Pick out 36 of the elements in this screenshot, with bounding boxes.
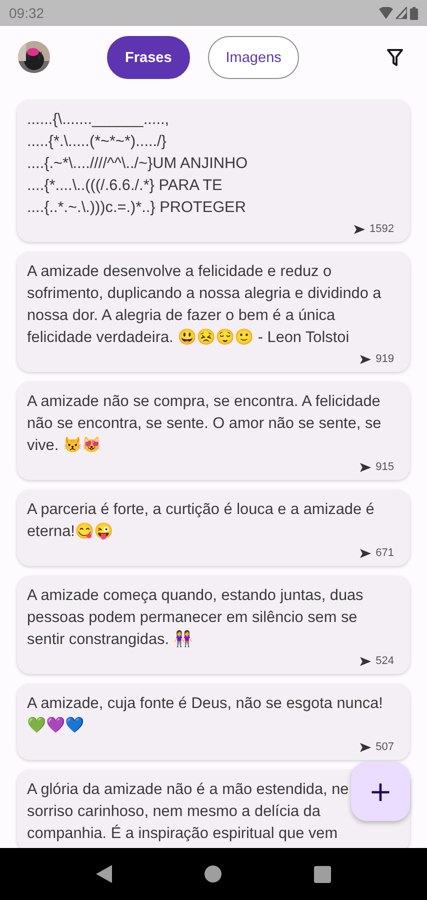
send-icon xyxy=(360,354,371,364)
filter-icon[interactable] xyxy=(387,48,403,66)
send-icon xyxy=(354,224,365,234)
back-icon[interactable] xyxy=(96,865,112,883)
tab[interactable]: Frases xyxy=(107,36,190,79)
quote-text: A parceria é forte, a curtição é louca e a amizade é eterna!😋😜 xyxy=(27,500,376,542)
send-icon xyxy=(360,548,371,558)
quote-card[interactable]: ......{\.......______....., .....{*.\.....(*~*~*)...../} ....{.~*\....////^^\../~}UM ANJINHO ....{*....\..(((/.6.6./.*} PARA TE ....{..*.~.\.)))c.=.)*..} PROTEGER 1592 xyxy=(17,100,410,242)
send-icon xyxy=(360,656,371,666)
share-count: 524 xyxy=(376,655,394,667)
quote-card[interactable]: A amizade, cuja fonte é Deus, não se esgota nunca! 💚💜💙 507 xyxy=(17,684,410,760)
quote-text: A amizade, cuja fonte é Deus, não se esgota nunca! 💚💜💙 xyxy=(27,694,384,736)
quote-card[interactable]: A amizade não se compra, se encontra. A felicidade não se encontra, se sente. O amor não se sente, se vive. 😾😻 915 xyxy=(17,382,410,480)
wifi-icon xyxy=(379,7,393,19)
tab[interactable]: Imagens xyxy=(208,36,300,79)
quote-text: A amizade começa quando, estando juntas, duas pessoas podem permanecer em silêncio sem se sentir constrangidas. 👭 xyxy=(27,586,364,650)
quote-text: ......{\.......______....., .....{*.\.....(*~*~*)...../} ....{.~*\....////^^\../~}UM ANJINHO ....{*....\..(((/.6.6./.*} PARA TE ....{..*.~.\.)))c.=.)*..} PROTEGER xyxy=(27,110,249,218)
signal-icon xyxy=(396,7,407,19)
share-count: 919 xyxy=(376,353,394,365)
share-count: 1592 xyxy=(370,223,394,235)
add-button[interactable]: + xyxy=(351,762,410,821)
battery-icon xyxy=(410,6,418,20)
share-count: 671 xyxy=(376,547,394,559)
send-icon xyxy=(360,742,371,752)
quote-card[interactable]: A amizade desenvolve a felicidade e reduz o sofrimento, duplicando a nossa alegria e dividindo a nossa dor. A alegria de fazer o bem é a única felicidade verdadeira. 😃😣😌🙂 - Leon Tolstoi 919 xyxy=(17,252,410,372)
quote-card[interactable]: A amizade começa quando, estando juntas, duas pessoas podem permanecer em silêncio sem se sentir constrangidas. 👭 524 xyxy=(17,576,410,674)
share-count: 915 xyxy=(376,461,394,473)
quote-text: A amizade desenvolve a felicidade e reduz o sofrimento, duplicando a nossa alegria e dividindo a nossa dor. A alegria de fazer o bem é a única felicidade verdadeira. 😃😣😌🙂 - Leon Tolstoi xyxy=(27,262,382,348)
status-time: 09:32 xyxy=(9,5,44,21)
send-icon xyxy=(360,462,371,472)
quote-card[interactable]: A parceria é forte, a curtição é louca e a amizade é eterna!😋😜 671 xyxy=(17,490,410,566)
quote-text: A amizade não se compra, se encontra. A felicidade não se encontra, se sente. O amor não se sente, se vive. 😾😻 xyxy=(27,392,382,456)
quote-text: A glória da amizade não é a mão estendida, ne sorriso carinhoso, nem mesmo a delícia da companhia. É a inspiração espiritual que vem xyxy=(27,780,350,844)
share-count: 507 xyxy=(376,741,394,753)
recents-icon[interactable] xyxy=(314,866,331,882)
home-icon[interactable] xyxy=(204,865,222,883)
